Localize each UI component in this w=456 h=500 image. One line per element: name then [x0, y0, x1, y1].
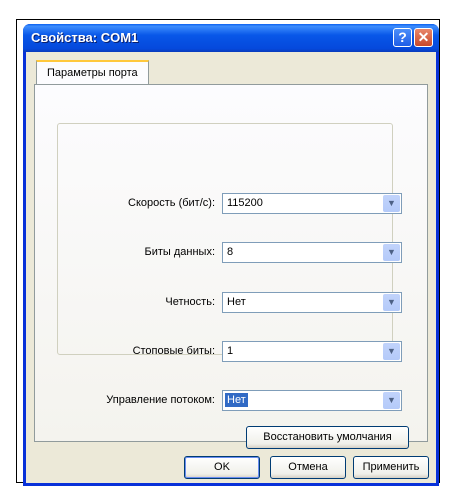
- tab-panel: Скорость (бит/с): 115200 ▼ Биты данных: …: [34, 84, 428, 442]
- data-bits-select[interactable]: 8 ▼: [222, 242, 402, 263]
- stop-bits-select[interactable]: 1 ▼: [222, 341, 402, 362]
- chevron-down-icon[interactable]: ▼: [383, 294, 400, 311]
- chevron-down-icon[interactable]: ▼: [383, 392, 400, 409]
- parity-value: Нет: [227, 296, 246, 308]
- restore-defaults-button[interactable]: Восстановить умолчания: [246, 426, 409, 449]
- cancel-button[interactable]: Отмена: [270, 456, 346, 479]
- chevron-down-icon[interactable]: ▼: [383, 195, 400, 212]
- properties-dialog: Свойства: COM1 ? ✕ Параметры порта Скоро…: [23, 24, 439, 486]
- close-button[interactable]: ✕: [414, 28, 433, 47]
- flow-control-label: Управление потоком:: [106, 394, 215, 406]
- dialog-body: Параметры порта Скорость (бит/с): 115200…: [26, 52, 436, 483]
- apply-button[interactable]: Применить: [353, 456, 429, 479]
- ok-button[interactable]: OK: [184, 456, 260, 479]
- data-bits-label: Биты данных:: [144, 246, 215, 258]
- flow-control-value: Нет: [225, 393, 248, 407]
- chevron-down-icon[interactable]: ▼: [383, 343, 400, 360]
- help-button[interactable]: ?: [393, 28, 412, 47]
- parity-label: Четность:: [165, 296, 215, 308]
- settings-group: [57, 123, 393, 355]
- baud-rate-select[interactable]: 115200 ▼: [222, 193, 402, 214]
- chevron-down-icon[interactable]: ▼: [383, 244, 400, 261]
- parity-select[interactable]: Нет ▼: [222, 292, 402, 313]
- stop-bits-label: Стоповые биты:: [132, 345, 215, 357]
- data-bits-value: 8: [227, 246, 234, 258]
- flow-control-select[interactable]: Нет ▼: [222, 390, 402, 411]
- tab-port-settings[interactable]: Параметры порта: [36, 60, 149, 84]
- baud-rate-label: Скорость (бит/с):: [128, 197, 215, 209]
- stop-bits-value: 1: [227, 345, 234, 357]
- title-bar[interactable]: Свойства: COM1 ? ✕: [23, 24, 439, 52]
- window-title: Свойства: COM1: [31, 30, 139, 45]
- baud-rate-value: 115200: [227, 197, 263, 209]
